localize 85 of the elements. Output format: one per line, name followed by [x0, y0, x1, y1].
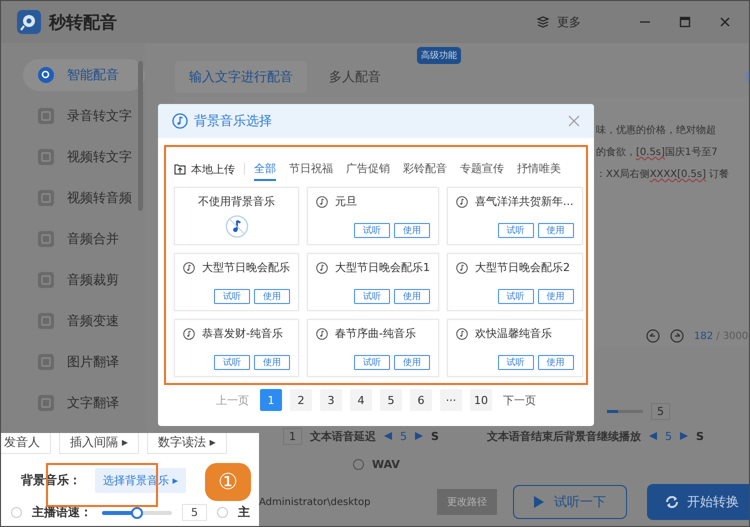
music-card[interactable]: 欢快温馨纯音乐 试听 使用: [447, 319, 582, 377]
music-card[interactable]: 春节序曲-纯音乐 试听 使用: [307, 319, 439, 377]
preview-button[interactable]: 试听: [498, 223, 534, 238]
continue-label: 文本语音结束后背景音继续播放: [486, 428, 641, 444]
feature-badge: 高级功能: [417, 47, 461, 64]
preview-button[interactable]: 试听: [354, 355, 390, 370]
card-title: 大型节日晚会配乐: [202, 260, 290, 275]
delay-label: 文本语音延迟: [310, 428, 376, 444]
card-title: 不使用背景音乐: [198, 194, 275, 209]
dialog-title: 背景音乐选择: [194, 113, 272, 130]
speed-value-field[interactable]: 5: [182, 504, 207, 521]
preview-button[interactable]: 试听: [214, 355, 250, 370]
use-button[interactable]: 使用: [254, 289, 290, 304]
tab[interactable]: 输入文字进行配音: [175, 61, 307, 93]
option-button[interactable]: 插入间隔 ▸: [59, 433, 139, 454]
card-title: 春节序曲-纯音乐: [335, 326, 416, 341]
music-card[interactable]: 恭喜发财-纯音乐 试听 使用: [174, 319, 299, 377]
app-title: 秒转配音: [49, 12, 117, 34]
cut-label: 主: [238, 504, 250, 521]
card-title: 恭喜发财-纯音乐: [202, 326, 283, 341]
music-card[interactable]: 不使用背景音乐: [174, 187, 299, 245]
change-path-button[interactable]: 更改路径: [437, 489, 497, 515]
delay-unit: S: [431, 430, 439, 442]
page-button[interactable]: 3: [320, 389, 342, 411]
continue-value: 5: [664, 430, 672, 442]
music-card[interactable]: 大型节日晚会配乐2 试听 使用: [447, 253, 582, 311]
editor-text-line: ：XX局右侧XXXX[0.5s] 订餐: [596, 168, 730, 181]
page-button[interactable]: 1: [260, 389, 282, 411]
page-button[interactable]: 2: [290, 389, 312, 411]
output-path-field[interactable]: Administrator\desktop: [259, 496, 429, 508]
category-tab[interactable]: 全部: [254, 157, 276, 181]
page-button[interactable]: 4: [350, 389, 372, 411]
card-title: 欢快温馨纯音乐: [475, 326, 552, 341]
preview-button[interactable]: 试听: [214, 289, 250, 304]
category-tab[interactable]: 抒情唯美: [517, 157, 561, 181]
page-button[interactable]: 6: [410, 389, 432, 411]
sidebar-item[interactable]: 音频变速: [23, 305, 145, 337]
tab[interactable]: 多人配音: [315, 61, 395, 93]
category-tab[interactable]: 专题宣传: [460, 157, 504, 181]
more-menu[interactable]: 更多: [557, 14, 581, 30]
use-button[interactable]: 使用: [538, 355, 574, 370]
speed-value-field[interactable]: 5: [651, 402, 670, 420]
music-card[interactable]: 大型节日晚会配乐1 试听 使用: [307, 253, 439, 311]
use-button[interactable]: 使用: [394, 223, 430, 238]
category-tab[interactable]: 彩铃配音: [403, 157, 447, 181]
page-button[interactable]: 5: [380, 389, 402, 411]
music-card[interactable]: 喜气洋洋共贺新年... 试听 使用: [447, 187, 582, 245]
previous-page-button[interactable]: 上一页: [213, 389, 252, 411]
music-card[interactable]: 元旦 试听 使用: [307, 187, 439, 245]
use-button[interactable]: 使用: [394, 355, 430, 370]
sidebar-item[interactable]: 音频裁剪: [23, 264, 145, 296]
convert-button[interactable]: 开始转换: [647, 484, 749, 520]
sidebar-item[interactable]: 文字翻译: [23, 387, 145, 419]
category-tab[interactable]: 广告促销: [346, 157, 390, 181]
card-title: 大型节日晚会配乐1: [335, 260, 430, 275]
use-button[interactable]: 使用: [394, 289, 430, 304]
sidebar-item[interactable]: 智能配音: [23, 59, 145, 91]
card-title: 喜气洋洋共贺新年...: [475, 194, 574, 209]
delay-value: 5: [400, 430, 407, 442]
sidebar-item[interactable]: 图片翻译: [23, 346, 145, 378]
page-button[interactable]: ···: [440, 389, 462, 411]
next-page-button[interactable]: 下一页: [500, 389, 539, 411]
interval-value-field[interactable]: 1: [283, 428, 302, 444]
use-button[interactable]: 使用: [538, 289, 574, 304]
use-button[interactable]: 使用: [538, 223, 574, 238]
card-title: 元旦: [335, 194, 357, 209]
card-title: 大型节日晚会配乐2: [475, 260, 570, 275]
upload-button[interactable]: 本地上传: [174, 162, 235, 176]
category-tab[interactable]: 节日祝福: [289, 157, 333, 181]
music-card[interactable]: 大型节日晚会配乐 试听 使用: [174, 253, 299, 311]
use-button[interactable]: 使用: [254, 355, 290, 370]
preview-button[interactable]: 试听一下: [513, 485, 627, 519]
step-callout: ①: [205, 463, 251, 501]
option-button[interactable]: 发音人: [1, 433, 51, 454]
format-option[interactable]: WAV: [372, 458, 400, 470]
preview-button[interactable]: 试听: [354, 289, 390, 304]
editor-text-line: 味，优惠的价格，绝对物超: [596, 124, 717, 137]
page-button[interactable]: 10: [470, 389, 492, 411]
preview-button[interactable]: 试听: [498, 289, 534, 304]
continue-unit: S: [696, 430, 704, 442]
editor-text-line: 的食欲，[0.5s]国庆1号至7: [596, 146, 719, 159]
sidebar-item[interactable]: 音频合并: [23, 223, 145, 255]
option-button[interactable]: 数字读法 ▸: [146, 433, 227, 454]
preview-button[interactable]: 试听: [498, 355, 534, 370]
preview-button[interactable]: 试听: [354, 223, 390, 238]
